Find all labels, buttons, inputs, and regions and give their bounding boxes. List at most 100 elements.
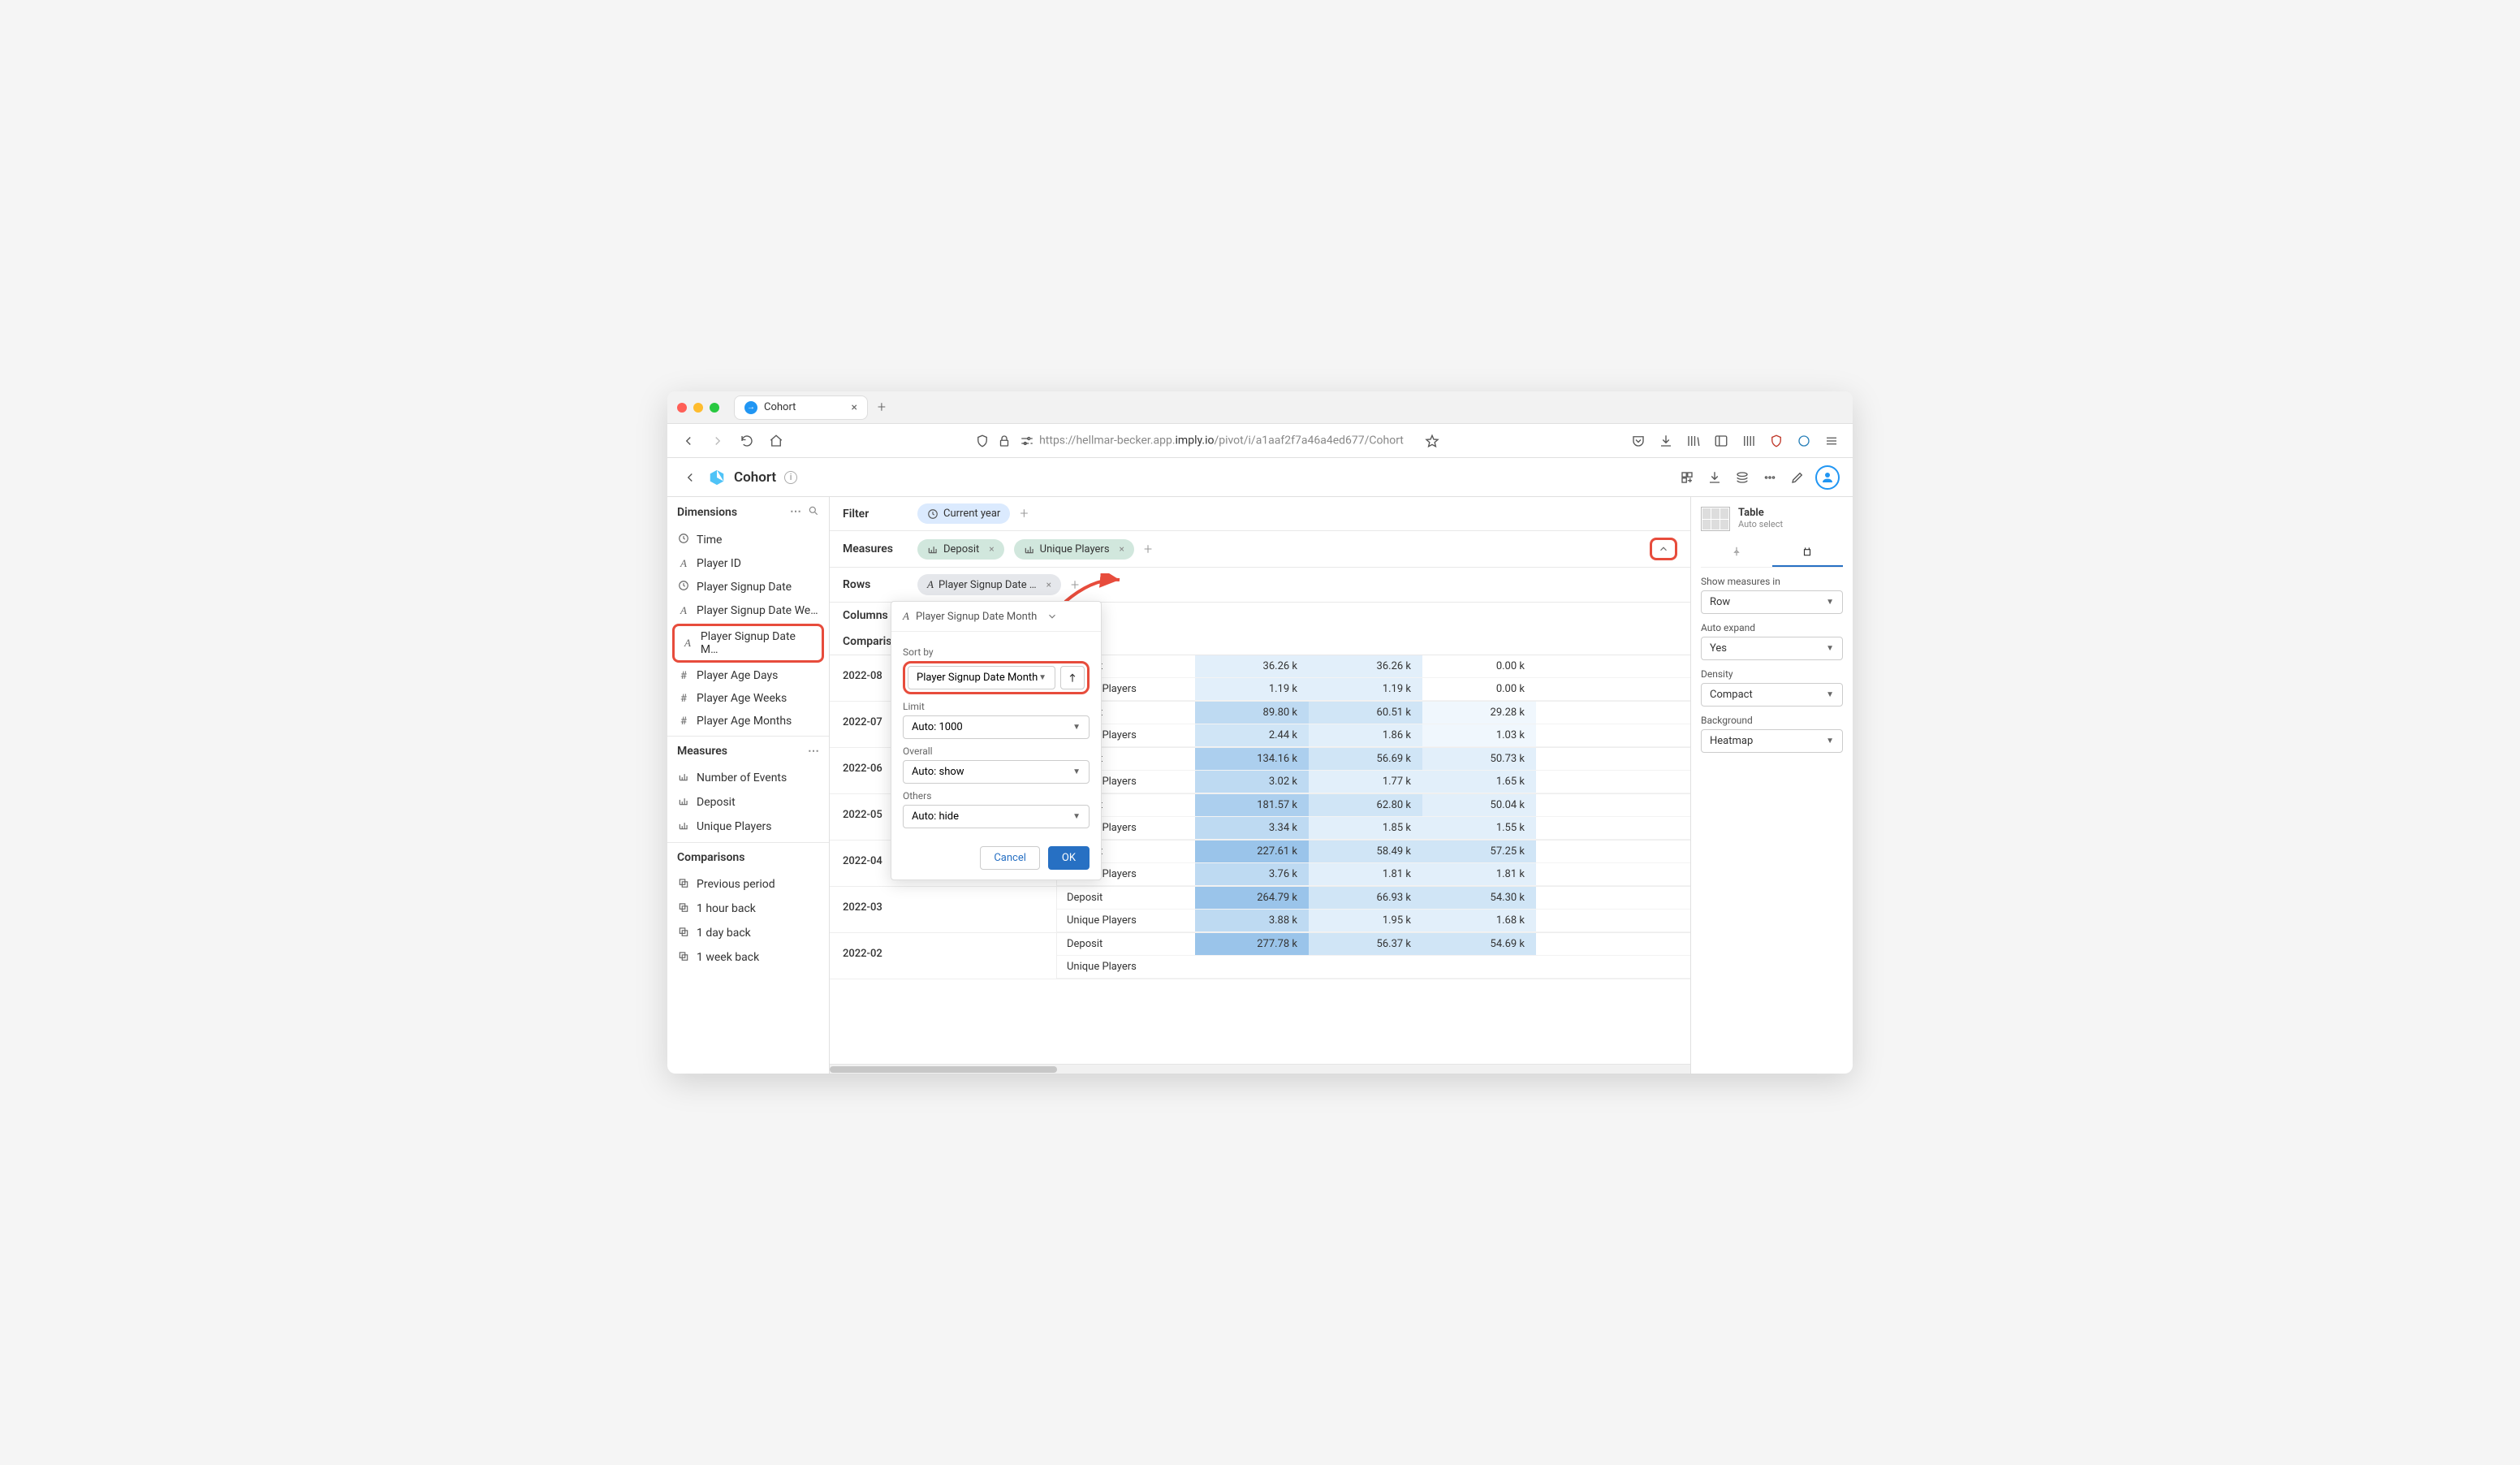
- dim-type-icon: #: [677, 670, 690, 682]
- measure-item[interactable]: Number of Events: [667, 766, 829, 790]
- dim-label: Player Signup Date M…: [701, 630, 815, 656]
- rows-pill-signup-month[interactable]: A Player Signup Date …×: [917, 574, 1061, 595]
- comparison-item[interactable]: 1 hour back: [667, 897, 829, 921]
- viz-selector[interactable]: Table Auto select: [1701, 507, 1843, 531]
- dimension-item[interactable]: APlayer ID: [667, 552, 829, 575]
- dim-label: Player Age Months: [697, 715, 792, 728]
- pin-tab[interactable]: [1701, 541, 1772, 567]
- cancel-button[interactable]: Cancel: [980, 846, 1040, 870]
- measure-pill-unique-players[interactable]: Unique Players×: [1014, 539, 1134, 560]
- remove-pill-icon[interactable]: ×: [989, 543, 994, 555]
- sort-direction-button[interactable]: [1060, 666, 1085, 689]
- comparison-item[interactable]: Previous period: [667, 872, 829, 897]
- overall-select[interactable]: Auto: show▼: [903, 760, 1090, 784]
- extension-circle-icon[interactable]: [1794, 431, 1814, 451]
- more-icon[interactable]: [1760, 468, 1780, 487]
- forward-button[interactable]: [708, 431, 727, 451]
- comparison-item[interactable]: 1 day back: [667, 921, 829, 945]
- add-panel-icon[interactable]: [1677, 468, 1697, 487]
- app-back-button[interactable]: [680, 468, 700, 487]
- avatar[interactable]: [1815, 465, 1840, 490]
- filter-label: Filter: [843, 508, 908, 521]
- address-bar[interactable]: https://hellmar-becker.app.imply.io/pivo…: [796, 431, 1619, 451]
- show-measures-select[interactable]: Row▼: [1701, 590, 1843, 614]
- dimension-item[interactable]: APlayer Signup Date M…: [672, 624, 824, 663]
- add-measure-button[interactable]: +: [1144, 541, 1152, 558]
- layers-icon[interactable]: [1732, 468, 1752, 487]
- extension-shield-icon[interactable]: [1767, 431, 1786, 451]
- sidebar-icon[interactable]: [1711, 431, 1731, 451]
- filter-pill-current-year[interactable]: Current year: [917, 503, 1010, 524]
- url-toolbar: https://hellmar-becker.app.imply.io/pivo…: [667, 424, 1853, 458]
- new-tab-button[interactable]: +: [878, 399, 886, 416]
- comparison-item[interactable]: 1 week back: [667, 945, 829, 970]
- dim-label: Player Age Weeks: [697, 692, 787, 705]
- ok-button[interactable]: OK: [1048, 846, 1090, 870]
- dim-type-icon: #: [677, 715, 690, 728]
- lock-icon: [995, 431, 1014, 451]
- remove-pill-icon[interactable]: ×: [1120, 543, 1124, 555]
- menu-icon[interactable]: [1822, 431, 1841, 451]
- compare-icon: [677, 877, 690, 892]
- dimension-item[interactable]: # Player Age Months: [667, 710, 829, 732]
- close-tab-icon[interactable]: ×: [851, 401, 857, 414]
- url-prefix: https://hellmar-becker.app.: [1039, 434, 1175, 447]
- limit-select[interactable]: Auto: 1000▼: [903, 715, 1090, 739]
- cell: 3.02 k: [1195, 771, 1309, 793]
- collapse-shelves-button[interactable]: [1650, 538, 1677, 560]
- dimension-item[interactable]: APlayer Signup Date We…: [667, 599, 829, 622]
- popup-title: A Player Signup Date Month: [891, 602, 1101, 632]
- measures-shelf: Measures Deposit× Unique Players× +: [830, 531, 1690, 568]
- dimensions-search-icon[interactable]: [808, 505, 819, 520]
- add-filter-button[interactable]: +: [1020, 505, 1028, 522]
- cell: 264.79 k: [1195, 887, 1309, 909]
- background-select[interactable]: Heatmap▼: [1701, 729, 1843, 753]
- dimensions-more-icon[interactable]: ⋯: [790, 505, 801, 520]
- row-label: 2022-03: [830, 887, 1057, 932]
- others-select[interactable]: Auto: hide▼: [903, 805, 1090, 828]
- horizontal-scrollbar[interactable]: [830, 1064, 1690, 1074]
- viz-sub: Auto select: [1738, 519, 1783, 529]
- cell: [1309, 956, 1422, 978]
- remove-pill-icon[interactable]: ×: [1046, 579, 1051, 590]
- compare-icon: [677, 950, 690, 965]
- cell: 1.81 k: [1422, 863, 1536, 885]
- maximize-window-icon[interactable]: [710, 403, 719, 413]
- back-button[interactable]: [679, 431, 698, 451]
- edit-icon[interactable]: [1788, 468, 1807, 487]
- dimension-item[interactable]: #Player Age Weeks: [667, 687, 829, 710]
- cell: 62.80 k: [1309, 794, 1422, 816]
- cell: 50.73 k: [1422, 748, 1536, 770]
- measure-item[interactable]: Unique Players: [667, 815, 829, 839]
- info-icon[interactable]: i: [784, 471, 797, 484]
- home-button[interactable]: [766, 431, 786, 451]
- url-host: imply.io: [1176, 434, 1215, 447]
- pocket-icon[interactable]: [1629, 431, 1648, 451]
- titlebar: → Cohort × +: [667, 391, 1853, 424]
- grid-icon[interactable]: [1739, 431, 1758, 451]
- dimension-item[interactable]: Time: [667, 528, 829, 552]
- measure-pill-deposit[interactable]: Deposit×: [917, 539, 1004, 560]
- dimension-item[interactable]: Player Signup Date: [667, 575, 829, 599]
- options-tab[interactable]: [1772, 541, 1844, 567]
- auto-expand-select[interactable]: Yes▼: [1701, 637, 1843, 660]
- limit-label: Limit: [903, 701, 1090, 712]
- measure-item[interactable]: Deposit: [667, 790, 829, 815]
- cell: 36.26 k: [1195, 655, 1309, 677]
- cell: 0.00 k: [1422, 655, 1536, 677]
- app-header: Cohort i: [667, 458, 1853, 497]
- dimension-item[interactable]: #Player Age Days: [667, 664, 829, 687]
- reload-button[interactable]: [737, 431, 757, 451]
- measures-more-icon[interactable]: ⋯: [808, 745, 819, 758]
- close-window-icon[interactable]: [677, 403, 687, 413]
- show-measures-label: Show measures in: [1701, 576, 1843, 587]
- library-icon[interactable]: [1684, 431, 1703, 451]
- downloads-icon[interactable]: [1656, 431, 1676, 451]
- bookmark-star-icon[interactable]: [1422, 431, 1442, 451]
- sort-by-select[interactable]: Player Signup Date Month▼: [908, 666, 1055, 689]
- density-select[interactable]: Compact▼: [1701, 683, 1843, 707]
- minimize-window-icon[interactable]: [693, 403, 703, 413]
- measure-label: Deposit: [697, 796, 736, 809]
- download-icon[interactable]: [1705, 468, 1724, 487]
- browser-tab[interactable]: → Cohort ×: [734, 395, 868, 420]
